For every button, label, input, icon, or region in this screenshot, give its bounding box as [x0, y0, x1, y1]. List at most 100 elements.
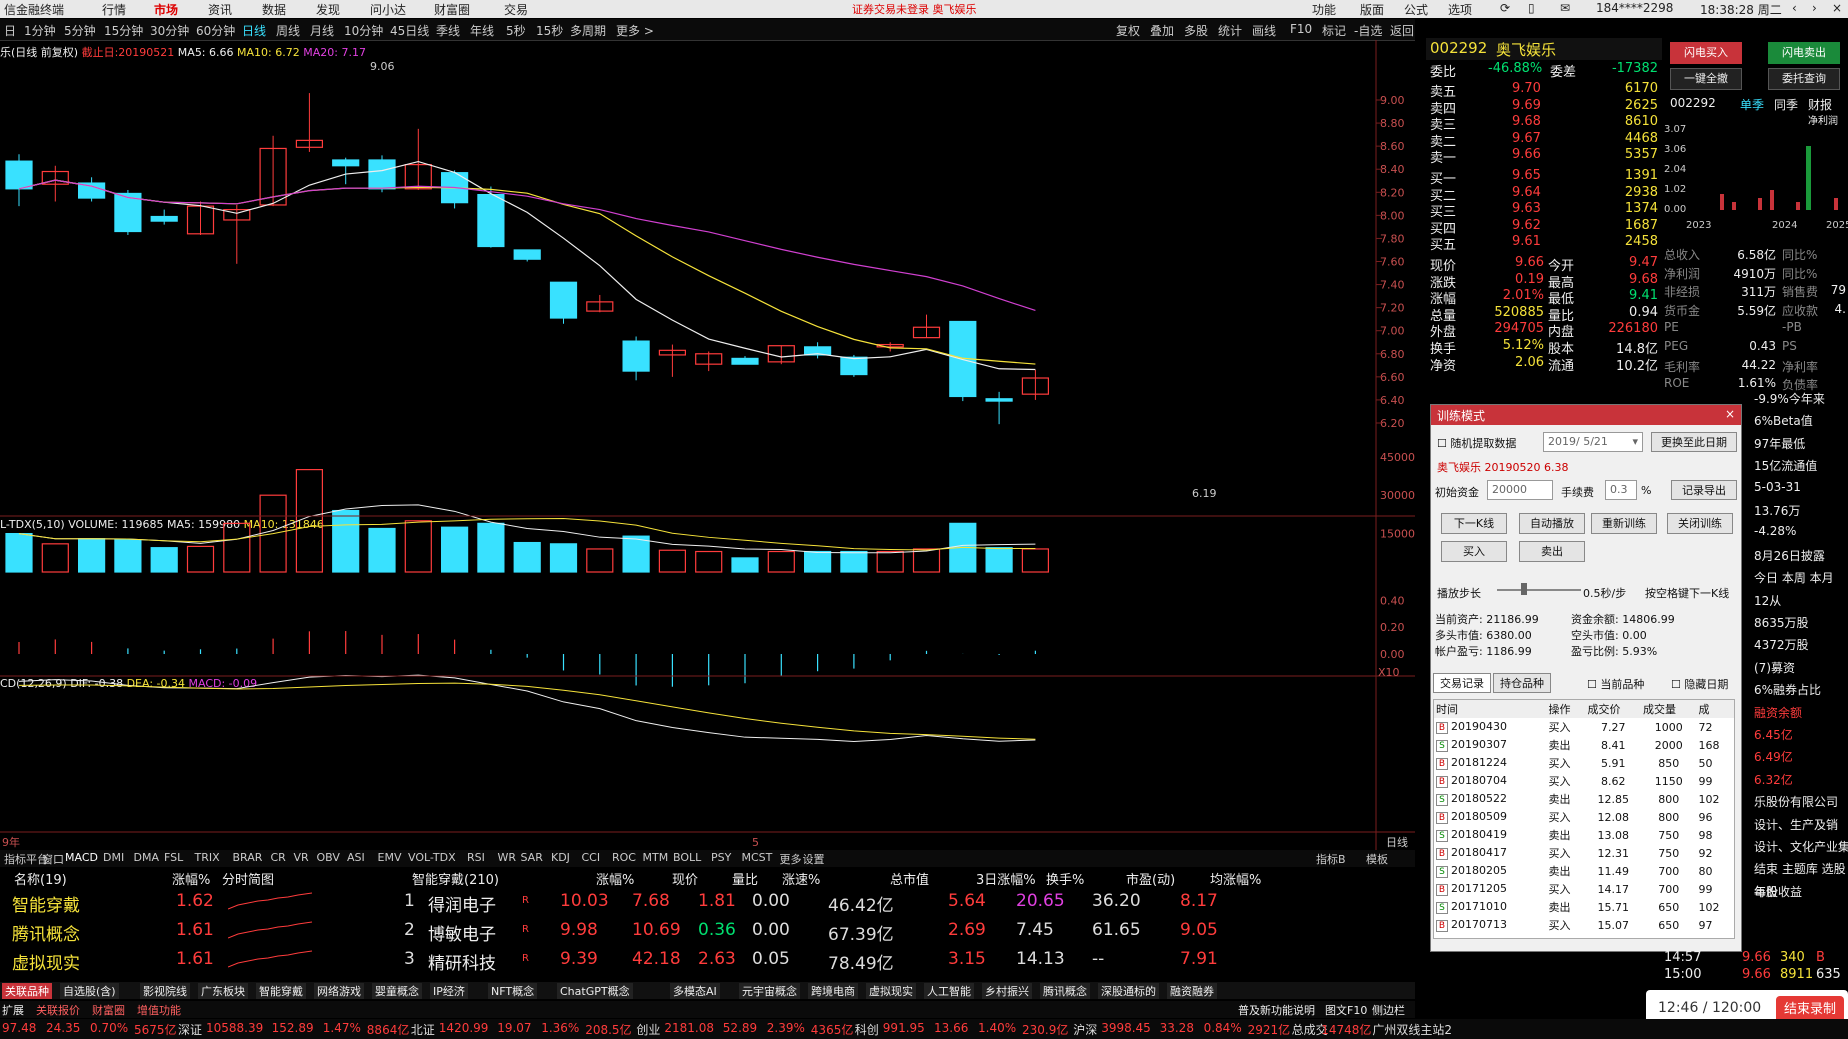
concept-tag[interactable]: ChatGPT概念	[557, 983, 633, 999]
indicator-tab[interactable]: EMV	[378, 851, 402, 864]
concept-tag[interactable]: IP经济	[430, 983, 468, 999]
menu-news[interactable]: 资讯	[208, 1, 232, 18]
init-capital-input[interactable]: 20000	[1487, 480, 1553, 500]
back-icon[interactable]: ‹	[1792, 1, 1797, 15]
menu-wealth[interactable]: 财富圈	[434, 1, 470, 18]
indicator-right-tab[interactable]: 模板	[1366, 851, 1388, 867]
concept-tag[interactable]: 元宇宙概念	[739, 983, 800, 999]
candle-body[interactable]	[5, 160, 33, 190]
trade-row[interactable]: S 20180522 卖出 12.85 800 102	[1434, 790, 1734, 808]
indicator-tab[interactable]: 窗口	[42, 851, 64, 867]
subtag[interactable]: 增值功能	[137, 1002, 181, 1018]
retrain-button[interactable]: 重新训练	[1591, 513, 1657, 534]
menu-discover[interactable]: 发现	[316, 1, 340, 18]
indicator-tab[interactable]: ROC	[612, 851, 636, 864]
trade-row[interactable]: B 20180417 买入 12.31 750 92	[1434, 844, 1734, 862]
concept-tag[interactable]: 虚拟现实	[866, 983, 916, 999]
user-id[interactable]: 184****2298	[1596, 1, 1673, 15]
date-picker[interactable]: 2019/ 5/21 ▾	[1543, 432, 1643, 452]
stock-col-header[interactable]: 3日涨幅%	[976, 869, 1036, 888]
concept-tag[interactable]: 腾讯概念	[1040, 983, 1090, 999]
stock-col-header[interactable]: 涨幅%	[596, 869, 634, 888]
concept-tag[interactable]: 影视院线	[140, 983, 190, 999]
indicator-tab[interactable]: FSL	[164, 851, 183, 864]
concept-tag[interactable]: 关联品种	[2, 983, 52, 999]
period-more[interactable]: 更多 >	[616, 22, 654, 39]
subtag[interactable]: 扩展	[2, 1002, 24, 1018]
indicator-tab[interactable]: DMI	[103, 851, 124, 864]
concept-tag[interactable]: NFT概念	[488, 983, 538, 999]
candle-body[interactable]	[513, 249, 541, 260]
indicator-tab[interactable]: WR	[498, 851, 517, 864]
next-kline-button[interactable]: 下一K线	[1441, 513, 1507, 534]
flash-buy-button[interactable]: 闪电买入	[1670, 42, 1742, 64]
indicator-tab[interactable]: PSY	[711, 851, 731, 864]
indicator-tab[interactable]: BRAR	[233, 851, 263, 864]
period-5sec[interactable]: 5秒	[506, 22, 526, 39]
indicator-tab[interactable]: 设置	[803, 851, 825, 867]
order-query-button[interactable]: 委托查询	[1768, 68, 1840, 90]
concept-tag[interactable]: 跨境电商	[808, 983, 858, 999]
tab-positions[interactable]: 持仓品种	[1493, 673, 1551, 693]
indicator-tab[interactable]: OBV	[317, 851, 340, 864]
period-year[interactable]: 年线	[470, 22, 494, 39]
candle-body[interactable]	[731, 357, 759, 365]
tool-back[interactable]: 返回	[1390, 22, 1414, 39]
forward-icon[interactable]: ›	[1812, 1, 1817, 15]
subtag[interactable]: 财富圈	[92, 1002, 125, 1018]
indicator-tab[interactable]: BOLL	[673, 851, 701, 864]
stock-col-header[interactable]: 换手%	[1046, 869, 1084, 888]
concept-tag[interactable]: 智能穿戴	[256, 983, 306, 999]
concept-tag[interactable]: 深股通标的	[1098, 983, 1159, 999]
menu-market[interactable]: 市场	[154, 1, 178, 18]
random-checkbox[interactable]: ☐ 随机提取数据	[1437, 435, 1516, 451]
candle-body[interactable]	[985, 398, 1013, 402]
menu-layout[interactable]: 版面	[1360, 1, 1384, 18]
period-season[interactable]: 季线	[436, 22, 460, 39]
phone-icon[interactable]: ▯	[1528, 1, 1535, 15]
stock-col-header[interactable]: 现价	[672, 869, 698, 888]
concept-tag[interactable]: 多模态AI	[670, 983, 720, 999]
indicator-tab[interactable]: MTM	[643, 851, 669, 864]
stock-name[interactable]: 得润电子	[428, 891, 496, 916]
flash-sell-button[interactable]: 闪电卖出	[1768, 42, 1840, 64]
new-feature-hint[interactable]: 普及新功能说明	[1238, 1002, 1315, 1018]
hide-date-checkbox[interactable]: ☐ 隐藏日期	[1671, 676, 1728, 692]
candle-body[interactable]	[549, 281, 578, 319]
period-60min[interactable]: 60分钟	[196, 22, 235, 39]
menu-data[interactable]: 数据	[262, 1, 286, 18]
tool-f10[interactable]: F10	[1290, 22, 1312, 36]
stock-col-header[interactable]: 智能穿戴(210)	[412, 869, 499, 888]
indicator-tab[interactable]: ASI	[347, 851, 365, 864]
kline-chart[interactable]: 45000 30000 15000 0.40 0.20 0.00 9.06 6.19 X…	[0, 40, 1415, 850]
tool-adjust[interactable]: 复权	[1116, 22, 1140, 39]
concept-tag[interactable]: 乡村振兴	[982, 983, 1032, 999]
candle-body[interactable]	[477, 193, 505, 248]
indicator-tab[interactable]: VR	[294, 851, 309, 864]
concept-tag[interactable]: 自选股(含)	[60, 983, 119, 999]
candle-body[interactable]	[77, 182, 106, 199]
stock-col-header[interactable]: 市盈(动)	[1126, 869, 1175, 888]
period-daily[interactable]: 日线	[242, 22, 266, 39]
candle-body[interactable]	[840, 356, 868, 376]
sidebar-link[interactable]: 侧边栏	[1372, 1002, 1405, 1018]
trade-row[interactable]: S 20180419 卖出 13.08 750 98	[1434, 826, 1734, 844]
stock-col-header[interactable]: 量比	[732, 869, 758, 888]
tool-draw[interactable]: 画线	[1252, 22, 1276, 39]
trade-row[interactable]: B 20180509 买入 12.08 800 96	[1434, 808, 1734, 826]
export-button[interactable]: 记录导出	[1671, 480, 1737, 500]
sell-button[interactable]: 卖出	[1519, 541, 1585, 562]
concept-tag[interactable]: 婴童概念	[372, 983, 422, 999]
auto-play-button[interactable]: 自动播放	[1519, 513, 1585, 534]
candle-body[interactable]	[368, 159, 396, 190]
concept-tag[interactable]: 人工智能	[924, 983, 974, 999]
stock-col-header[interactable]: 总市值	[890, 869, 929, 888]
period-day[interactable]: 日	[4, 22, 16, 39]
sector-name[interactable]: 虚拟现实	[12, 949, 80, 974]
concept-tag[interactable]: 融资融券	[1167, 983, 1217, 999]
dropdown-arrow-icon[interactable]: ▾	[1632, 435, 1638, 448]
tab-trade-records[interactable]: 交易记录	[1433, 673, 1491, 693]
trade-row[interactable]: S 20171010 卖出 15.71 650 102	[1434, 898, 1734, 916]
refresh-icon[interactable]: ⟳	[1500, 1, 1510, 15]
close-icon[interactable]: ×	[1832, 1, 1842, 15]
